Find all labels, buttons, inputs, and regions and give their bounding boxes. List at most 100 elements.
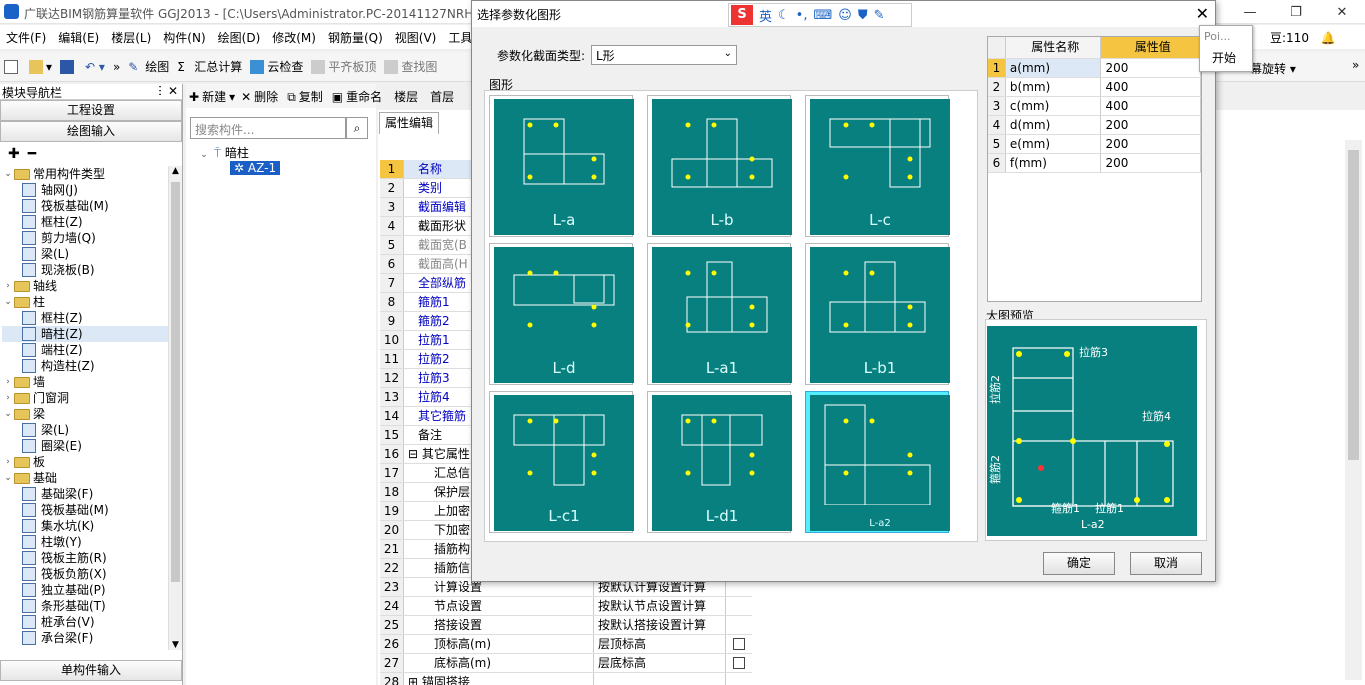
- property-row[interactable]: 28 ⊞ 锚固搭接: [380, 673, 752, 685]
- tree-folder[interactable]: › 墙: [2, 374, 168, 390]
- tree-folder[interactable]: ⌄ 梁: [2, 406, 168, 422]
- toolbar-find[interactable]: 查找图: [380, 58, 441, 75]
- search-icon[interactable]: ⌕: [346, 117, 368, 139]
- menu-item-7[interactable]: 视图(V): [389, 29, 443, 46]
- attribute-row[interactable]: 6 f(mm) 200: [988, 154, 1201, 173]
- start-button[interactable]: 开始: [1200, 47, 1252, 68]
- property-value[interactable]: 层底标高: [594, 654, 726, 672]
- tree-item[interactable]: 轴网(J): [2, 182, 168, 198]
- tree-item[interactable]: 柱墩(Y): [2, 534, 168, 550]
- punctuation-icon[interactable]: •,: [796, 8, 808, 23]
- expand-icon[interactable]: ›: [2, 454, 14, 470]
- shape-option-l-b[interactable]: L-b: [647, 95, 792, 237]
- tree-item[interactable]: 框柱(Z): [2, 310, 168, 326]
- shape-option-l-a2[interactable]: L-a2: [805, 391, 950, 533]
- property-value[interactable]: 层顶标高: [594, 635, 726, 653]
- close-icon[interactable]: ✕: [1319, 0, 1365, 24]
- toolbar-align-top[interactable]: 平齐板顶: [307, 58, 380, 75]
- first-floor-button[interactable]: 首层: [424, 88, 460, 105]
- menu-item-0[interactable]: 文件(F): [0, 29, 52, 46]
- user-icon[interactable]: ☺: [838, 8, 852, 23]
- toolbar-rotate[interactable]: 幕旋转 ▾: [1250, 60, 1296, 77]
- keyboard-icon[interactable]: ⌨: [813, 8, 832, 23]
- collapse-icon[interactable]: ⌄: [198, 150, 210, 160]
- menu-item-3[interactable]: 构件(N): [157, 29, 211, 46]
- dialog-close-icon[interactable]: ✕: [1196, 4, 1209, 23]
- nav-close-icon[interactable]: ✕: [168, 84, 178, 98]
- right-scroll-thumb[interactable]: [1348, 150, 1359, 460]
- delete-component-button[interactable]: ✕ 删除: [238, 88, 284, 105]
- attribute-row[interactable]: 3 c(mm) 400: [988, 97, 1201, 116]
- moon-icon[interactable]: ☾: [778, 8, 790, 23]
- attribute-value-input[interactable]: 200: [1101, 116, 1201, 134]
- cancel-button[interactable]: 取消: [1130, 552, 1202, 575]
- wrench-icon[interactable]: ✎: [874, 8, 885, 23]
- collapse-icon[interactable]: ⌄: [2, 294, 14, 310]
- right-scrollbar[interactable]: [1345, 140, 1362, 680]
- open-file-icon[interactable]: ▾: [25, 59, 56, 74]
- property-value[interactable]: 按默认搭接设置计算: [594, 616, 726, 634]
- shape-option-l-d[interactable]: L-d: [489, 243, 634, 385]
- rename-component-button[interactable]: ▣ 重命名: [329, 88, 388, 105]
- attribute-value-input[interactable]: 200: [1101, 135, 1201, 153]
- tree-folder[interactable]: ⌄ 柱: [2, 294, 168, 310]
- tree-item[interactable]: 集水坑(K): [2, 518, 168, 534]
- menu-item-5[interactable]: 修改(M): [266, 29, 322, 46]
- nav-scroll-thumb[interactable]: [171, 182, 180, 582]
- shape-option-l-b1[interactable]: L-b1: [805, 243, 950, 385]
- tree-folder[interactable]: › 板: [2, 454, 168, 470]
- attribute-value-input[interactable]: 200: [1101, 154, 1201, 172]
- toolbar-draw[interactable]: ✎ 绘图: [124, 58, 173, 75]
- new-file-icon[interactable]: [0, 59, 25, 74]
- undo-icon[interactable]: ↶ ▾: [81, 60, 109, 74]
- tab-property-edit[interactable]: 属性编辑: [379, 112, 439, 134]
- overflow-icon[interactable]: »: [109, 60, 124, 74]
- tree-item[interactable]: 筏板基础(M): [2, 502, 168, 518]
- attribute-row[interactable]: 5 e(mm) 200: [988, 135, 1201, 154]
- property-row[interactable]: 26 顶标高(m) 层顶标高: [380, 635, 752, 654]
- shape-option-l-c[interactable]: L-c: [805, 95, 950, 237]
- shirt-icon[interactable]: ⛊: [858, 8, 868, 23]
- tree-item[interactable]: 基础梁(F): [2, 486, 168, 502]
- tree-item[interactable]: 筏板主筋(R): [2, 550, 168, 566]
- tree-item[interactable]: 暗柱(Z): [2, 326, 168, 342]
- collapse-group-icon[interactable]: ⊟: [408, 447, 422, 461]
- shape-option-l-c1[interactable]: L-c1: [489, 391, 634, 533]
- property-row[interactable]: 25 搭接设置 按默认搭接设置计算: [380, 616, 752, 635]
- property-value[interactable]: 按默认节点设置计算: [594, 597, 726, 615]
- tree-item[interactable]: 圈梁(E): [2, 438, 168, 454]
- collapse-all-icon[interactable]: ━: [28, 146, 36, 162]
- bell-icon[interactable]: 🔔: [1321, 31, 1336, 45]
- attribute-row[interactable]: 4 d(mm) 200: [988, 116, 1201, 135]
- tree-item[interactable]: 现浇板(B): [2, 262, 168, 278]
- tree-item[interactable]: 构造柱(Z): [2, 358, 168, 374]
- attribute-value-input[interactable]: 400: [1101, 97, 1201, 115]
- toolbar-cloud-check[interactable]: 云检查: [246, 58, 307, 75]
- tree-item[interactable]: 承台梁(F): [2, 630, 168, 646]
- toolbar-summary[interactable]: Σ 汇总计算: [173, 58, 246, 75]
- copy-component-button[interactable]: ⧉ 复制: [284, 88, 329, 105]
- menu-item-6[interactable]: 钢筋量(Q): [322, 29, 389, 46]
- expand-icon[interactable]: ›: [2, 390, 14, 406]
- tree-item[interactable]: 框柱(Z): [2, 214, 168, 230]
- checkbox[interactable]: [733, 657, 745, 669]
- checkbox[interactable]: [733, 638, 745, 650]
- menu-item-4[interactable]: 绘图(D): [212, 29, 267, 46]
- tree-folder[interactable]: › 门窗洞: [2, 390, 168, 406]
- tree-folder[interactable]: › 轴线: [2, 278, 168, 294]
- collapse-icon[interactable]: ⌄: [2, 406, 14, 422]
- property-row[interactable]: 24 节点设置 按默认节点设置计算: [380, 597, 752, 616]
- draw-input-button[interactable]: 绘图输入: [0, 121, 182, 142]
- tree-item[interactable]: 桩承台(V): [2, 614, 168, 630]
- project-settings-button[interactable]: 工程设置: [0, 100, 182, 121]
- single-component-input-button[interactable]: 单构件输入: [0, 660, 182, 681]
- tree-folder[interactable]: ⌄ 常用构件类型: [2, 166, 168, 182]
- component-tree-root[interactable]: ⌄ ⍑ 暗柱: [198, 144, 249, 161]
- scroll-up-icon[interactable]: ▲: [172, 166, 179, 176]
- shape-option-l-a1[interactable]: L-a1: [647, 243, 792, 385]
- shape-option-l-d1[interactable]: L-d1: [647, 391, 792, 533]
- attribute-row[interactable]: 1 a(mm) 200: [988, 59, 1201, 78]
- property-row[interactable]: 27 底标高(m) 层底标高: [380, 654, 752, 673]
- tree-item[interactable]: 筏板基础(M): [2, 198, 168, 214]
- collapse-icon[interactable]: ⌄: [2, 166, 14, 182]
